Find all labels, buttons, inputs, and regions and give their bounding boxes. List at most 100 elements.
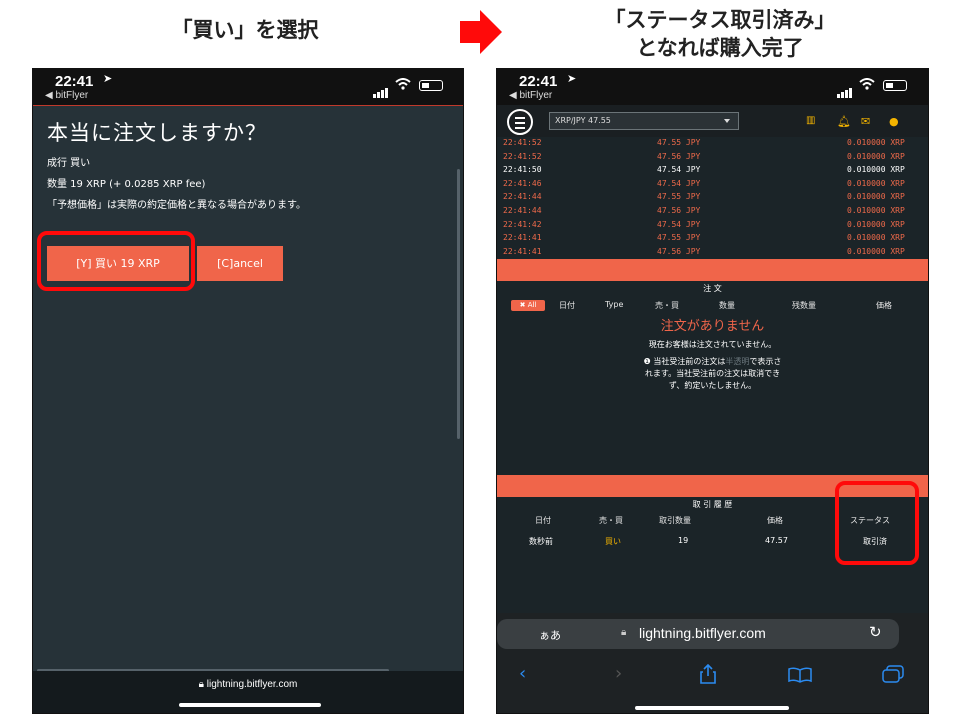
wifi-icon [859,78,875,90]
status-bar: 22:41 ➤ ◀ bitFlyer [497,69,928,105]
trade-row: 22:41:44 47.55 JPY 0.010000 XRP [497,191,928,205]
hist-row-side: 買い [605,537,621,546]
orders-band [497,259,928,281]
trade-size: 0.010000 XRP [847,178,905,188]
back-icon[interactable]: ‹ [519,663,526,684]
trade-row: 22:41:50 47.54 JPY 0.010000 XRP [497,164,928,178]
text-size-button[interactable]: ぁあ [539,627,561,643]
battery-icon [419,80,443,91]
scrollbar[interactable] [457,169,460,439]
safari-url-bar[interactable]: 🔒︎ lightning.bitflyer.com [33,671,463,713]
back-to-app-link[interactable]: ◀ bitFlyer [45,90,88,101]
status-bar: 22:41 ➤ ◀ bitFlyer [33,69,463,105]
caption-left: 「買い」を選択 [171,18,319,42]
col-type: Type [605,300,624,309]
trade-row: 22:41:52 47.56 JPY 0.010000 XRP [497,151,928,165]
dialog-order-type: 成行 買い [47,158,91,169]
location-arrow-icon: ➤ [567,72,577,85]
trade-time: 22:41:44 [503,206,542,215]
trade-size: 0.010000 XRP [847,219,905,229]
trade-row: 22:41:41 47.55 JPY 0.010000 XRP [497,232,928,246]
info-icon: ❶ [643,357,654,366]
trade-size: 0.010000 XRP [847,246,905,256]
orders-note-line2: れます。当社受注前の注文は取消でき [644,369,781,378]
trade-row: 22:41:41 47.56 JPY 0.010000 XRP [497,246,928,260]
dialog-title: 本当に注文しますか？ [47,121,267,145]
col-remaining: 残数量 [792,301,816,310]
trade-time: 22:41:46 [503,178,542,188]
cancel-button[interactable]: [C]ancel [197,246,283,281]
bookmarks-icon[interactable] [787,667,813,683]
col-size: 数量 [719,301,735,310]
url-display[interactable]: 🔒︎ lightning.bitflyer.com [33,679,463,690]
col-date: 日付 [559,301,575,310]
phone-screenshot-confirm: 22:41 ➤ ◀ bitFlyer 本当に注文しますか？ 成行 買い 数量 1… [32,68,464,714]
hist-row-date: 数秒前 [529,537,553,546]
trade-price: 47.55 JPY [657,138,701,147]
highlight-buy-button [37,231,195,291]
chart-icon[interactable]: ▥ [806,115,815,126]
trade-price: 47.54 JPY [657,219,701,229]
hist-col-qty: 取引数量 [659,516,691,525]
url-display[interactable]: lightning.bitflyer.com [639,625,766,641]
menu-icon[interactable] [507,109,533,135]
url-field[interactable]: ぁあ 🔒︎ lightning.bitflyer.com ↻ [497,619,899,649]
back-to-app-link[interactable]: ◀ bitFlyer [509,90,552,101]
status-time: 22:41 [55,73,94,90]
share-icon[interactable] [699,664,717,684]
mail-icon[interactable]: ✉ [861,115,870,128]
no-orders-subtitle: 現在お客様は注文されていません。 [648,340,777,349]
battery-icon [883,80,907,91]
hist-col-date: 日付 [535,516,551,525]
trade-time: 22:41:50 [503,165,542,175]
chevron-down-icon [724,119,730,123]
hist-col-price: 価格 [767,516,783,525]
trade-time: 22:41:52 [503,138,542,147]
hist-row-qty: 19 [678,536,689,545]
trade-time: 22:41:41 [503,233,542,243]
accent-divider [33,105,463,106]
trade-time: 22:41:41 [503,246,542,256]
trade-row: 22:41:44 47.56 JPY 0.010000 XRP [497,205,928,219]
home-indicator [635,706,789,710]
orders-note-line3: ず、約定いたしません。 [668,381,757,390]
trade-size: 0.010000 XRP [847,138,905,147]
hist-col-side: 売・買 [599,516,623,525]
no-orders-title: 注文がありません [660,319,765,334]
caption-right-line1: 「ステータス取引済み」 [604,8,836,32]
trade-size: 0.010000 XRP [847,233,905,243]
trade-row: 22:41:46 47.54 JPY 0.010000 XRP [497,178,928,192]
trade-size: 0.010000 XRP [847,151,905,161]
pair-select[interactable]: XRP/JPY 47.55 [549,112,739,130]
trade-size: 0.010000 XRP [847,165,905,175]
trade-price: 47.56 JPY [657,151,701,161]
lock-icon: 🔒︎ [621,627,627,638]
forward-icon[interactable]: › [615,663,622,684]
cellular-signal-icon [837,79,853,98]
app-header: XRP/JPY 47.55 ▥ 🔔︎ ✉ ● [497,105,928,137]
col-price: 価格 [876,301,892,310]
bell-icon[interactable]: 🔔︎ [837,115,851,128]
home-indicator [179,703,321,707]
orders-note-line1: ❶ 当社受注前の注文は半透明で表示さ [643,357,782,366]
trade-time: 22:41:42 [503,219,542,229]
dialog-price-notice: 「予想価格」は実際の約定価格と異なる場合があります。 [47,200,306,211]
trade-time: 22:41:52 [503,151,542,161]
user-icon[interactable]: ● [889,115,899,128]
orders-section-title: 注 文 [703,284,722,293]
phone-screenshot-result: 22:41 ➤ ◀ bitFlyer XRP/JPY 47.55 ▥ 🔔︎ ✉ … [496,68,929,714]
trade-size: 0.010000 XRP [847,192,905,202]
caption-right-line2: となれば購入完了 [636,36,804,60]
reload-icon[interactable]: ↻ [869,623,882,641]
trade-row: 22:41:42 47.54 JPY 0.010000 XRP [497,219,928,233]
all-filter-chip[interactable]: ✖ All [511,300,545,311]
arrow-right-icon [460,10,502,54]
trade-price: 47.56 JPY [657,246,701,256]
col-side: 売・買 [655,301,679,310]
trade-price: 47.55 JPY [657,192,701,202]
status-time: 22:41 [519,73,558,90]
trade-price: 47.54 JPY [657,165,701,175]
tabs-icon[interactable] [881,665,905,683]
wifi-icon [395,78,411,90]
dialog-quantity: 数量 19 XRP (+ 0.0285 XRP fee) [47,179,206,190]
